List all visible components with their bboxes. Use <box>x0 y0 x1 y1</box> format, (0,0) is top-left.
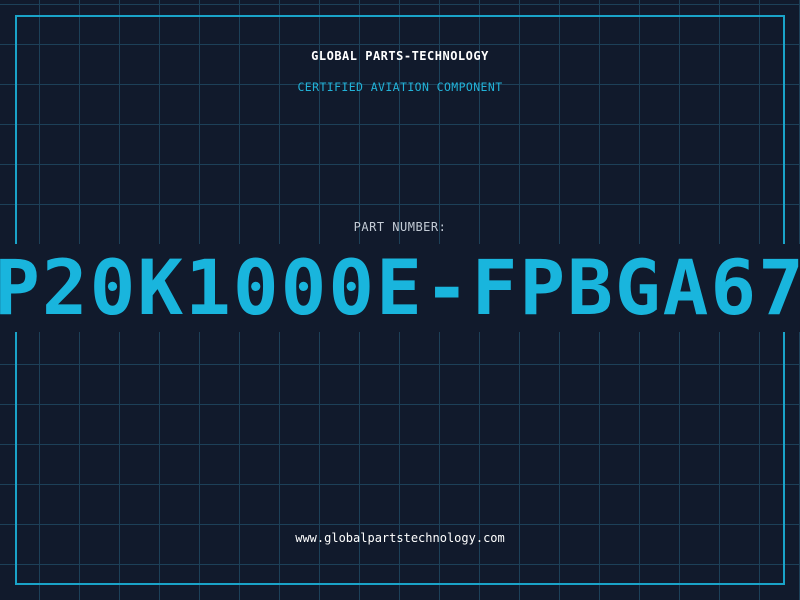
part-number-band: EP20K1000E-FPBGA672 <box>0 244 800 332</box>
certification-subtitle: CERTIFIED AVIATION COMPONENT <box>297 80 503 94</box>
label-canvas: GLOBAL PARTS-TECHNOLOGY CERTIFIED AVIATI… <box>0 0 800 600</box>
website-url: www.globalpartstechnology.com <box>295 531 505 545</box>
part-number-label: PART NUMBER: <box>353 220 447 234</box>
company-name: GLOBAL PARTS-TECHNOLOGY <box>311 49 489 63</box>
part-number-value: EP20K1000E-FPBGA672 <box>0 244 800 332</box>
